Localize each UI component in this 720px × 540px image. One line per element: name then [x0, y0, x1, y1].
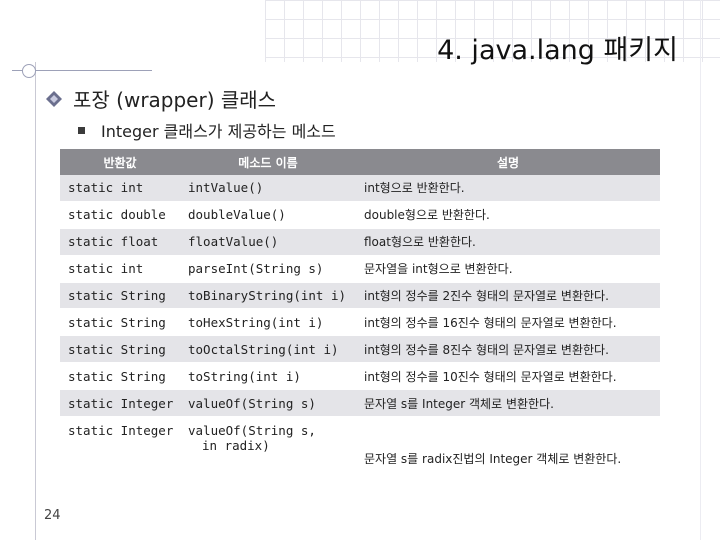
cell-method-name: toBinaryString(int i) [180, 282, 356, 310]
cell-description: int형의 정수를 16진수 형태의 문자열로 변환한다. [356, 308, 660, 337]
table-row: static String toOctalString(int i) int형의… [60, 335, 660, 364]
cell-description: int형의 정수를 10진수 형태의 문자열로 변환한다. [356, 362, 660, 391]
square-bullet-icon [78, 126, 85, 134]
cell-description: int형의 정수를 8진수 형태의 문자열로 변환한다. [356, 335, 660, 364]
diamond-bullet-icon [45, 90, 63, 108]
cell-description: 문자열을 int형으로 변환한다. [356, 255, 660, 283]
header-description: 설명 [356, 149, 660, 175]
table-row: static double doubleValue() double형으로 반환… [60, 201, 660, 229]
cell-method-name: intValue() [180, 175, 356, 202]
bullet-level1: 포장 (wrapper) 클래스 [45, 84, 276, 113]
cell-description: 문자열 s를 Integer 객체로 변환한다. [356, 389, 660, 418]
cell-method-name: parseInt(String s) [180, 255, 356, 283]
cell-method-name: toOctalString(int i) [180, 335, 356, 364]
cell-description: double형으로 반환한다. [356, 201, 660, 229]
decorative-circle [22, 64, 36, 78]
cell-description: int형으로 반환한다. [356, 175, 660, 202]
cell-return-type: static float [60, 228, 180, 256]
method-table: 반환값 메소드 이름 설명 static int intValue() int형… [60, 149, 660, 477]
bullet-level2-text: Integer 클래스가 제공하는 메소드 [101, 122, 336, 141]
slide-title: 4. java.lang 패키지 [437, 35, 678, 66]
cell-method-name: toString(int i) [180, 362, 356, 391]
cell-method-name-line1: valueOf(String s, [188, 423, 316, 439]
cell-return-type: static int [60, 175, 180, 202]
cell-method-name: valueOf(String s, in radix) [180, 416, 356, 477]
table-header-row: 반환값 메소드 이름 설명 [60, 149, 660, 175]
cell-return-type: static Integer [60, 416, 180, 477]
table-row: static float floatValue() float형으로 반환한다. [60, 228, 660, 256]
bullet-level1-text: 포장 (wrapper) 클래스 [73, 88, 277, 112]
page-number: 24 [44, 508, 61, 523]
cell-return-type: static String [60, 362, 180, 391]
cell-method-name-line2: in radix) [202, 438, 270, 454]
cell-method-name: valueOf(String s) [180, 389, 356, 418]
cell-return-type: static String [60, 335, 180, 364]
cell-description: int형의 정수를 2진수 형태의 문자열로 변환한다. [356, 282, 660, 310]
table-row: static Integer valueOf(String s, in radi… [60, 416, 660, 477]
cell-description: float형으로 반환한다. [356, 228, 660, 256]
table-row: static int parseInt(String s) 문자열을 int형으… [60, 255, 660, 283]
cell-method-name: toHexString(int i) [180, 308, 356, 337]
table-row: static String toString(int i) int형의 정수를 … [60, 362, 660, 391]
table-row: static Integer valueOf(String s) 문자열 s를 … [60, 389, 660, 418]
bullet-level2: Integer 클래스가 제공하는 메소드 [78, 118, 336, 142]
header-return-type: 반환값 [60, 149, 180, 175]
decorative-line-left [35, 62, 36, 540]
cell-method-name: floatValue() [180, 228, 356, 256]
cell-return-type: static String [60, 308, 180, 337]
cell-return-type: static int [60, 255, 180, 283]
table-row: static int intValue() int형으로 반환한다. [60, 175, 660, 202]
table-row: static String toHexString(int i) int형의 정… [60, 308, 660, 337]
cell-return-type: static Integer [60, 389, 180, 418]
table-row: static String toBinaryString(int i) int형… [60, 282, 660, 310]
cell-method-name: doubleValue() [180, 201, 356, 229]
cell-return-type: static double [60, 201, 180, 229]
cell-description: 문자열 s를 radix진법의 Integer 객체로 변환한다. [356, 416, 660, 477]
cell-return-type: static String [60, 282, 180, 310]
header-method-name: 메소드 이름 [180, 149, 356, 175]
decorative-line-right [700, 0, 701, 540]
